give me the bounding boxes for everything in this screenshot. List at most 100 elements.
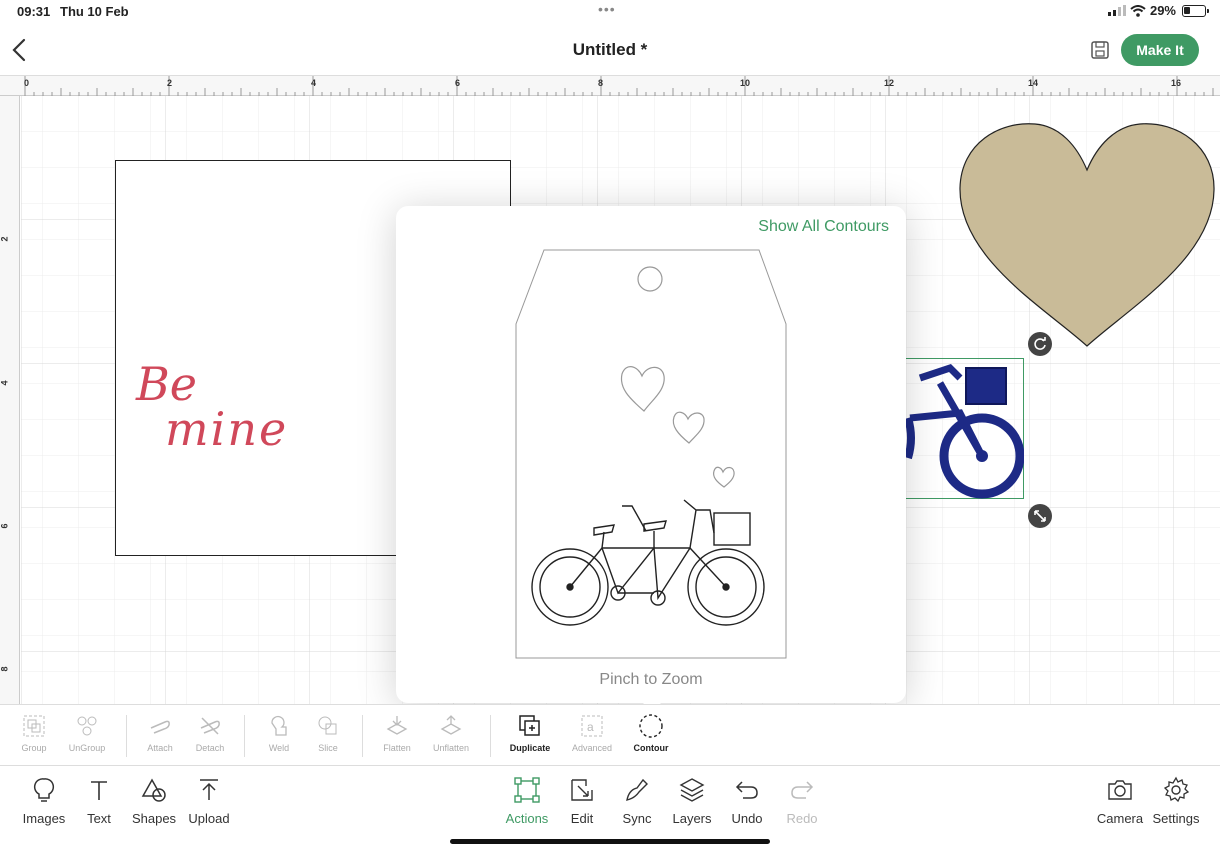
battery-percent: 29% bbox=[1149, 3, 1176, 18]
ruler-label: 16 bbox=[1171, 78, 1182, 88]
redo-button[interactable]: Redo bbox=[772, 776, 832, 826]
ruler-top: 0 2 4 6 8 10 12 14 16 bbox=[0, 76, 1220, 96]
pinch-to-zoom-hint: Pinch to Zoom bbox=[599, 671, 703, 688]
weld-icon bbox=[271, 715, 287, 736]
flatten-icon bbox=[386, 716, 408, 735]
ruler-left: 2 4 6 8 bbox=[0, 96, 20, 704]
contour-icon bbox=[639, 714, 663, 738]
edit-icon bbox=[571, 779, 593, 801]
ruler-label: 6 bbox=[0, 523, 10, 529]
divider bbox=[126, 715, 127, 757]
group-button[interactable]: Group bbox=[4, 713, 64, 753]
undo-icon bbox=[735, 781, 758, 799]
text-button[interactable]: Text bbox=[69, 776, 129, 826]
ruler-label: 0 bbox=[24, 78, 30, 88]
ruler-label: 4 bbox=[311, 78, 317, 88]
edit-button[interactable]: Edit bbox=[552, 776, 612, 826]
ungroup-icon bbox=[77, 716, 97, 736]
advanced-icon: a bbox=[581, 715, 603, 737]
resize-handle[interactable] bbox=[1028, 504, 1052, 528]
battery-icon bbox=[1182, 4, 1209, 17]
detach-icon bbox=[200, 717, 220, 735]
ruler-label: 12 bbox=[884, 78, 895, 88]
show-all-contours-button[interactable]: Show All Contours bbox=[758, 218, 889, 236]
advanced-label: Advanced bbox=[571, 743, 613, 753]
camera-label: Camera bbox=[1096, 811, 1144, 826]
sync-label: Sync bbox=[622, 811, 652, 826]
detach-label: Detach bbox=[195, 743, 225, 753]
ungroup-button[interactable]: UnGroup bbox=[57, 713, 117, 753]
camera-icon bbox=[1108, 780, 1132, 800]
lightbulb-icon bbox=[33, 778, 55, 802]
undo-label: Undo bbox=[731, 811, 763, 826]
ruler-label: 4 bbox=[0, 380, 10, 386]
weld-label: Weld bbox=[268, 743, 290, 753]
ungroup-label: UnGroup bbox=[68, 743, 106, 753]
divider bbox=[362, 715, 363, 757]
home-indicator[interactable] bbox=[450, 839, 770, 844]
multitasking-dots-icon[interactable]: ••• bbox=[598, 1, 616, 17]
slice-icon bbox=[318, 716, 337, 735]
attach-label: Attach bbox=[147, 743, 173, 753]
actions-button[interactable]: Actions bbox=[497, 776, 557, 826]
signal-icon bbox=[1107, 5, 1126, 16]
status-date: Thu 10 Feb bbox=[60, 4, 129, 19]
save-icon[interactable] bbox=[1090, 40, 1110, 60]
unflatten-label: Unflatten bbox=[432, 743, 470, 753]
images-label: Images bbox=[22, 811, 66, 826]
upload-label: Upload bbox=[188, 811, 230, 826]
status-time: 09:31 bbox=[17, 4, 51, 19]
detach-button[interactable]: Detach bbox=[180, 713, 240, 753]
project-title: Untitled * bbox=[572, 40, 648, 59]
rotate-handle[interactable] bbox=[1028, 332, 1052, 356]
paperclip-icon bbox=[150, 720, 170, 734]
divider bbox=[490, 715, 491, 757]
text-icon bbox=[91, 781, 107, 800]
upload-button[interactable]: Upload bbox=[179, 776, 239, 826]
text-label: Text bbox=[87, 811, 111, 826]
divider bbox=[244, 715, 245, 757]
duplicate-button[interactable]: Duplicate bbox=[500, 713, 560, 753]
action-bar: Group UnGroup Attach Detach Weld Slice F… bbox=[0, 704, 1220, 766]
card-script-mine[interactable]: mine bbox=[165, 406, 288, 452]
contour-button[interactable]: Contour bbox=[621, 713, 681, 753]
gear-icon bbox=[1163, 776, 1190, 803]
sync-button[interactable]: Sync bbox=[607, 776, 667, 826]
card-script-be[interactable]: Be bbox=[136, 361, 197, 407]
bottom-toolbar: Images Text Shapes Upload Actions Edit S… bbox=[0, 766, 1220, 853]
resize-icon bbox=[1034, 510, 1046, 522]
redo-icon bbox=[791, 781, 814, 799]
ruler-label: 8 bbox=[0, 666, 10, 672]
duplicate-icon bbox=[519, 715, 540, 736]
make-it-button[interactable]: Make It bbox=[1121, 34, 1199, 66]
slice-label: Slice bbox=[318, 743, 338, 753]
upload-icon bbox=[200, 779, 218, 800]
shapes-label: Shapes bbox=[131, 811, 177, 826]
actions-icon bbox=[514, 777, 540, 803]
camera-button[interactable]: Camera bbox=[1090, 776, 1150, 826]
slice-button[interactable]: Slice bbox=[298, 713, 358, 753]
flatten-button[interactable]: Flatten bbox=[367, 713, 427, 753]
shapes-button[interactable]: Shapes bbox=[124, 776, 184, 826]
title-bar: Untitled * Make It bbox=[0, 24, 1220, 76]
ruler-label: 8 bbox=[598, 78, 604, 88]
shapes-icon bbox=[141, 778, 166, 802]
advanced-button[interactable]: a Advanced bbox=[562, 713, 622, 753]
unflatten-icon bbox=[440, 715, 462, 735]
rotate-icon bbox=[1034, 337, 1046, 350]
sync-icon bbox=[626, 778, 648, 801]
layers-label: Layers bbox=[672, 811, 712, 826]
contour-popover: Show All Contours Pinch to Zoom bbox=[396, 206, 906, 703]
unflatten-button[interactable]: Unflatten bbox=[421, 713, 481, 753]
undo-button[interactable]: Undo bbox=[717, 776, 777, 826]
ruler-label: 6 bbox=[455, 78, 461, 88]
contour-preview[interactable] bbox=[514, 248, 789, 662]
heart-shape[interactable] bbox=[955, 118, 1219, 350]
images-button[interactable]: Images bbox=[14, 776, 74, 826]
settings-button[interactable]: Settings bbox=[1146, 776, 1206, 826]
ruler-label: 2 bbox=[167, 78, 173, 88]
layers-button[interactable]: Layers bbox=[662, 776, 722, 826]
ruler-label: 14 bbox=[1028, 78, 1039, 88]
group-label: Group bbox=[21, 743, 47, 753]
ruler-label: 2 bbox=[0, 236, 10, 242]
